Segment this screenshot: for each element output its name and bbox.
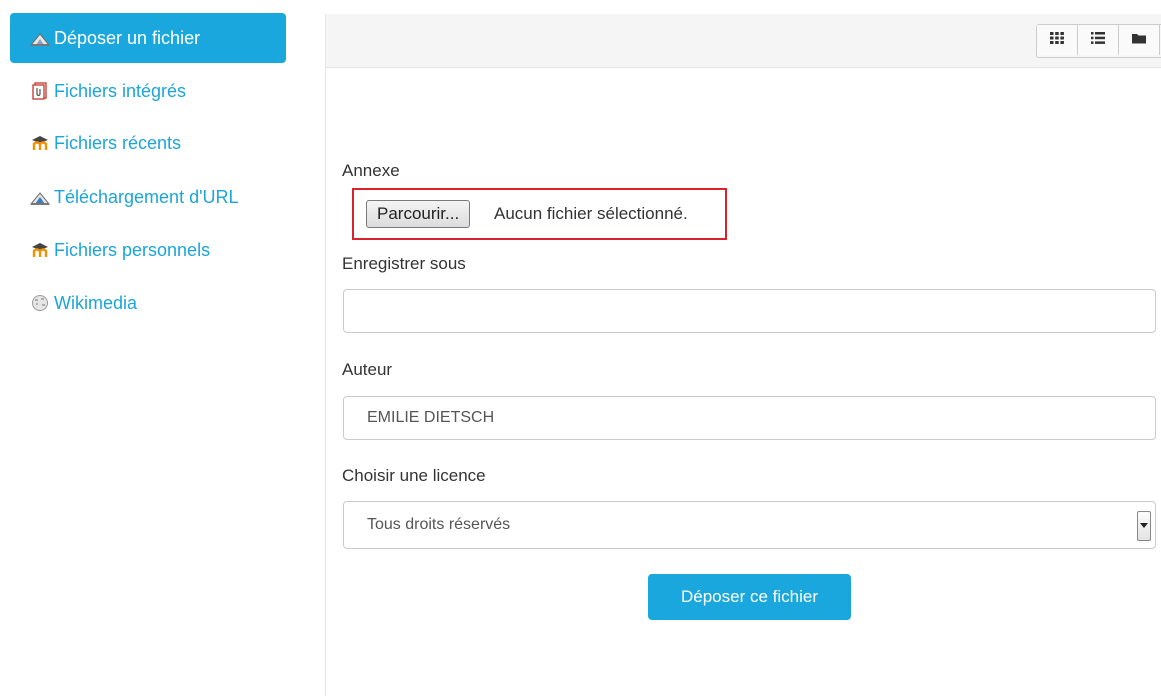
file-input-highlight: Parcourir... Aucun fichier sélectionné. bbox=[352, 188, 727, 240]
folder-view-icon bbox=[1131, 31, 1147, 50]
license-select[interactable]: Tous droits réservés bbox=[343, 501, 1156, 549]
license-selected-value: Tous droits réservés bbox=[367, 516, 511, 533]
license-label: Choisir une licence bbox=[342, 466, 486, 485]
attachment-label: Annexe bbox=[342, 161, 400, 180]
sidebar-item-label: Wikimedia bbox=[54, 292, 138, 313]
browse-button[interactable]: Parcourir... bbox=[366, 200, 471, 228]
sidebar-item-label: Fichiers intégrés bbox=[54, 80, 187, 101]
sidebar-item-label: Téléchargement d'URL bbox=[54, 186, 239, 207]
dropdown-arrow-icon[interactable] bbox=[1137, 511, 1151, 541]
sidebar-item-label: Fichiers récents bbox=[54, 132, 182, 153]
author-input[interactable] bbox=[343, 396, 1156, 440]
sidebar-item-label: Déposer un fichier bbox=[54, 27, 201, 48]
save-as-label: Enregistrer sous bbox=[342, 254, 466, 273]
sidebar-item-private-files[interactable]: Fichiers personnels bbox=[10, 225, 286, 275]
grid-view-button[interactable] bbox=[1037, 25, 1078, 55]
author-label: Auteur bbox=[342, 360, 393, 379]
sidebar-item-label: Fichiers personnels bbox=[54, 239, 211, 260]
url-download-icon bbox=[30, 188, 50, 206]
grid-view-icon bbox=[1049, 31, 1065, 50]
panel-divider bbox=[325, 14, 326, 696]
upload-icon bbox=[30, 29, 50, 47]
folder-view-button[interactable] bbox=[1119, 25, 1160, 55]
upload-file-button[interactable]: Déposer ce fichier bbox=[648, 574, 851, 620]
repository-sidebar: Déposer un fichier Fichiers intégrés Fic… bbox=[0, 0, 290, 696]
sidebar-item-embedded-files[interactable]: Fichiers intégrés bbox=[10, 66, 286, 116]
sidebar-item-url-download[interactable]: Téléchargement d'URL bbox=[10, 172, 286, 222]
save-as-input[interactable] bbox=[343, 289, 1156, 333]
wikimedia-icon bbox=[30, 294, 50, 312]
filepicker-toolbar bbox=[326, 14, 1161, 68]
no-file-selected-text: Aucun fichier sélectionné. bbox=[494, 204, 688, 223]
moodle-icon bbox=[30, 241, 50, 259]
moodle-icon bbox=[30, 134, 50, 152]
sidebar-item-upload[interactable]: Déposer un fichier bbox=[10, 13, 286, 63]
list-view-button[interactable] bbox=[1078, 25, 1119, 55]
embedded-files-icon bbox=[30, 82, 50, 100]
sidebar-item-wikimedia[interactable]: Wikimedia bbox=[10, 278, 286, 328]
sidebar-item-recent-files[interactable]: Fichiers récents bbox=[10, 118, 286, 168]
list-view-icon bbox=[1090, 31, 1106, 50]
view-switcher bbox=[1036, 24, 1161, 58]
